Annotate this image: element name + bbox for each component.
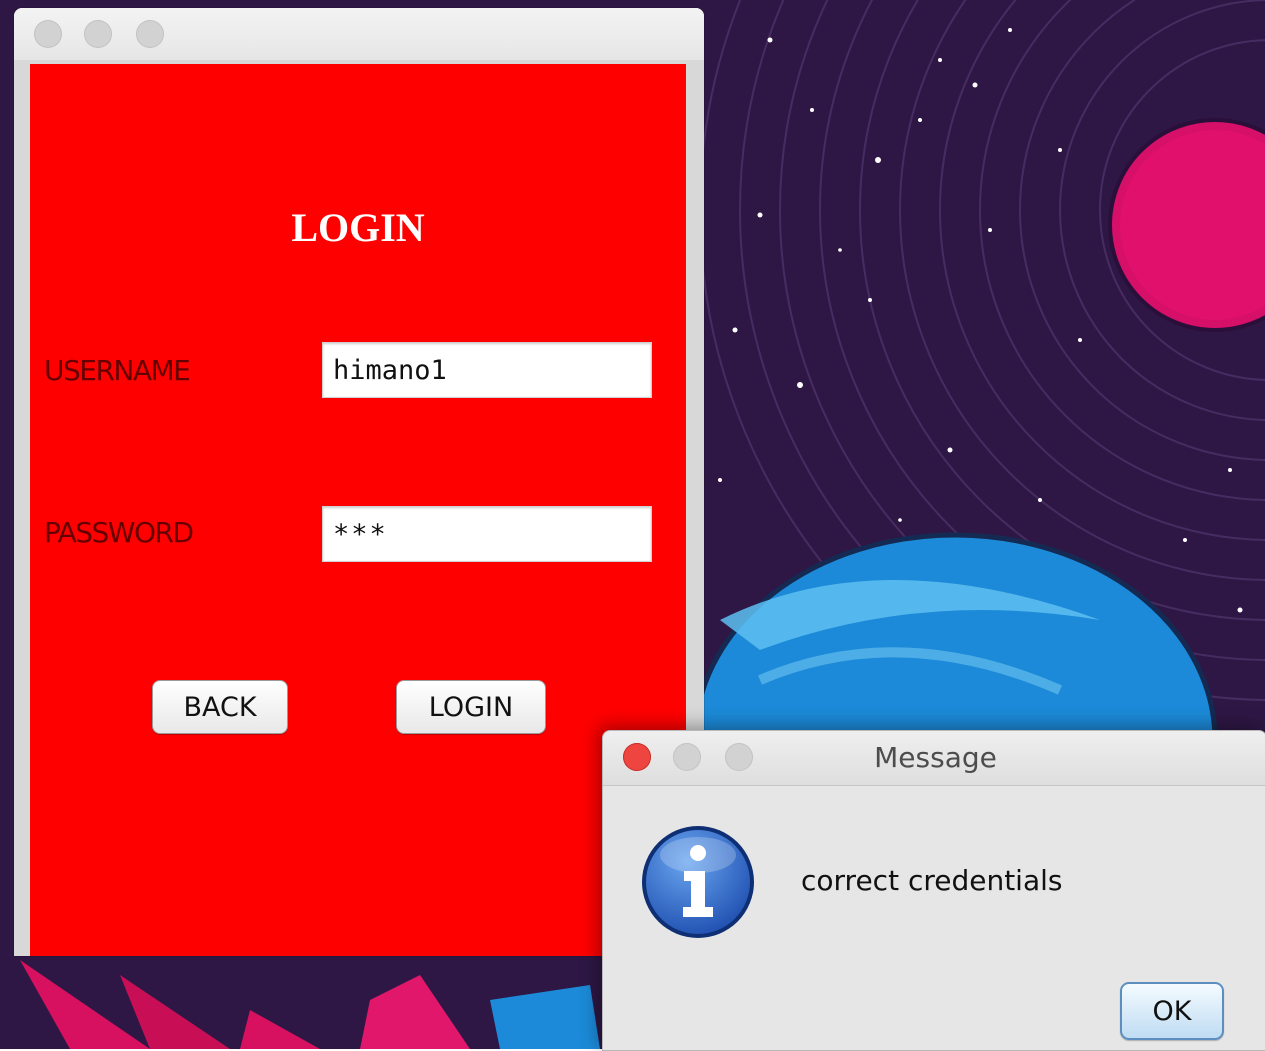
login-form-panel: LOGIN USERNAME PASSWORD BACK LOGIN: [30, 64, 686, 956]
zoom-window-button[interactable]: [136, 20, 164, 48]
dialog-title: Message: [874, 741, 997, 774]
username-input[interactable]: [322, 342, 652, 398]
dialog-message: correct credentials: [801, 864, 1063, 897]
username-label: USERNAME: [44, 354, 191, 387]
ok-button[interactable]: OK: [1120, 982, 1224, 1040]
close-window-button[interactable]: [34, 20, 62, 48]
login-heading: LOGIN: [291, 205, 425, 250]
login-window: LOGIN USERNAME PASSWORD BACK LOGIN: [14, 8, 704, 956]
password-input[interactable]: [322, 506, 652, 562]
message-dialog: Message correct credentials OK: [602, 730, 1265, 1051]
login-button[interactable]: LOGIN: [396, 680, 546, 734]
minimize-window-button[interactable]: [84, 20, 112, 48]
login-window-titlebar[interactable]: [14, 8, 704, 60]
password-label: PASSWORD: [44, 516, 194, 549]
info-icon: [642, 826, 754, 938]
back-button[interactable]: BACK: [152, 680, 288, 734]
message-dialog-titlebar[interactable]: Message: [603, 731, 1265, 786]
